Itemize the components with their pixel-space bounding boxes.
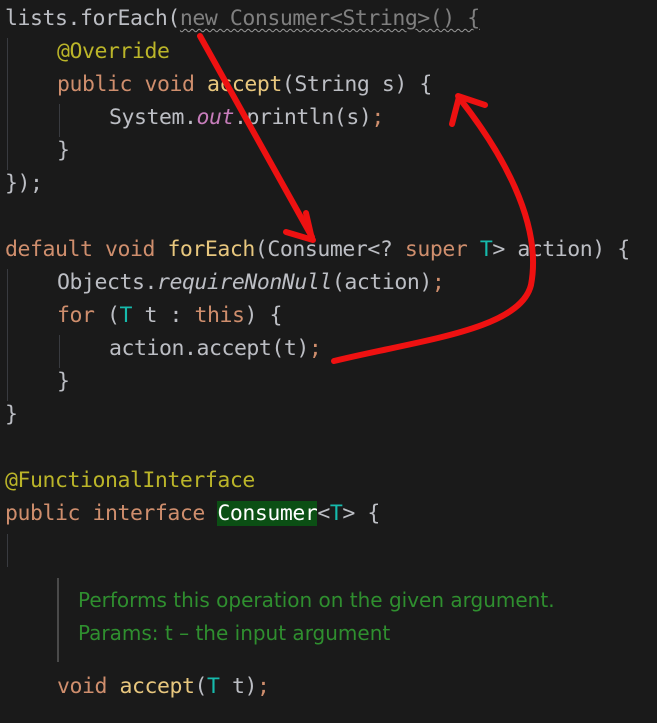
modifiers-keyword: public void [57, 72, 207, 97]
member-dot: . [233, 105, 247, 130]
void-keyword: void [57, 674, 120, 699]
type-parameter-T: T [206, 674, 220, 699]
out-static-field: out [196, 105, 234, 130]
require-non-null-call: requireNonNull [156, 270, 332, 295]
super-keyword: super [404, 237, 468, 262]
javadoc-description: Performs this operation on the given arg… [78, 588, 555, 612]
code-line-3[interactable]: public void accept(String s) { [0, 68, 432, 101]
code-line-6[interactable]: }); [0, 167, 43, 200]
statement-semicolon: ; [371, 105, 384, 130]
action-accept-call: action.accept(t) [109, 336, 309, 361]
closing-brace: } [57, 138, 70, 163]
call-expression: lists.forEach( [5, 6, 180, 31]
default-keyword: default [5, 237, 93, 262]
code-line-8[interactable]: Objects.requireNonNull(action); [0, 266, 445, 299]
for-close: ) { [244, 303, 282, 328]
for-var: t : [131, 303, 195, 328]
code-line-9[interactable]: for (T t : this) { [0, 299, 282, 332]
type-parameter-T: T [479, 237, 493, 262]
straight-arrow-to-consumer [197, 33, 316, 243]
statement-semicolon: ; [431, 270, 445, 295]
closing-brace: } [5, 402, 18, 427]
println-args: (s) [333, 105, 372, 130]
for-keyword: for [57, 303, 95, 328]
anonymous-class-declaration: new Consumer<String>() { [179, 6, 480, 31]
for-open-paren: ( [94, 303, 120, 328]
curved-arrow-to-accept [331, 93, 537, 364]
this-keyword: this [194, 303, 245, 328]
generic-close: > { [342, 501, 380, 526]
objects-receiver: Objects. [57, 270, 157, 295]
code-line-4[interactable]: System.out.println(s); [0, 101, 384, 134]
statement-semicolon: ; [256, 674, 270, 699]
foreach-close: }); [5, 171, 43, 196]
javadoc-params: Params: t – the input argument [78, 621, 391, 645]
code-line-7[interactable]: default void forEach(Consumer<? super T>… [0, 233, 630, 266]
statement-semicolon: ; [308, 336, 322, 361]
code-line-11[interactable]: } [0, 365, 70, 398]
code-line-13[interactable]: @FunctionalInterface [0, 464, 255, 497]
code-line-15[interactable]: void accept(T t); [0, 670, 270, 703]
indent-guide-level1-c [7, 534, 8, 567]
code-line-1[interactable]: lists.forEach(new Consumer<String>() { [0, 2, 480, 35]
public-interface-keyword: public interface [5, 501, 218, 526]
generic-open: < [317, 501, 330, 526]
void-keyword: void [92, 237, 168, 262]
consumer-param-open: (Consumer<? [254, 237, 405, 262]
code-line-10[interactable]: action.accept(t); [0, 332, 322, 365]
override-annotation: @Override [57, 39, 170, 64]
type-parameter-T: T [329, 501, 343, 526]
code-line-5[interactable]: } [0, 134, 70, 167]
accept-open-paren: ( [194, 674, 207, 699]
system-receiver: System. [109, 105, 197, 130]
consumer-type-name-selected[interactable]: Consumer [217, 501, 318, 526]
code-line-2[interactable]: @Override [0, 35, 170, 68]
accept-param: t) [219, 674, 257, 699]
accept-method-name: accept [119, 674, 195, 699]
code-line-14[interactable]: public interface Consumer<T> { [0, 497, 380, 530]
foreach-signature-rest: > action) { [492, 237, 630, 262]
code-line-12[interactable]: } [0, 398, 18, 431]
accept-method-name: accept [206, 72, 282, 97]
println-call: println [246, 105, 334, 130]
javadoc-gutter-bar [57, 578, 59, 662]
type-parameter-T: T [119, 303, 132, 328]
space-sep [467, 237, 480, 262]
code-editor[interactable]: lists.forEach(new Consumer<String>() { @… [0, 0, 657, 723]
foreach-method-name: forEach [167, 237, 255, 262]
closing-brace: } [57, 369, 70, 394]
accept-signature: (String s) { [281, 72, 432, 97]
functional-interface-annotation: @FunctionalInterface [5, 468, 255, 493]
require-non-null-args: (action) [331, 270, 432, 295]
